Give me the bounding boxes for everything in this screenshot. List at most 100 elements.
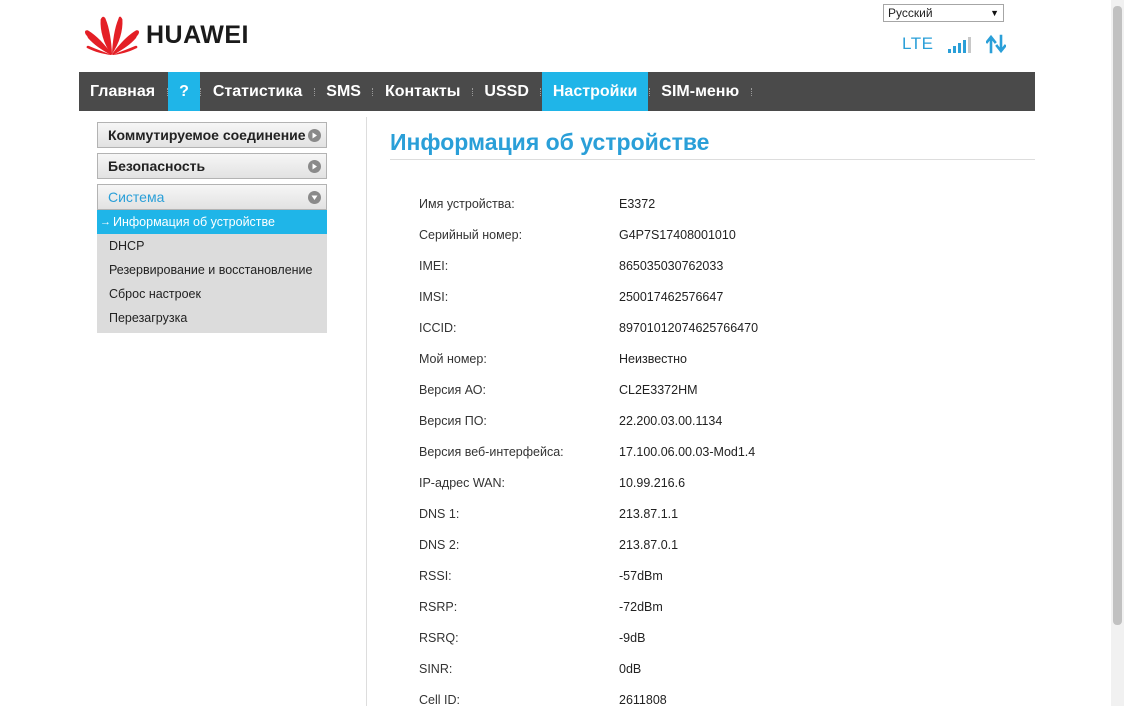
info-label: Версия АО:	[419, 382, 486, 397]
info-label: SINR:	[419, 661, 453, 676]
info-label: Версия ПО:	[419, 413, 487, 428]
sidebar-item-backup-restore[interactable]: Резервирование и восстановление	[97, 258, 327, 282]
sidebar-submenu: → Информация об устройстве DHCP Резервир…	[97, 210, 327, 333]
chevron-right-icon	[308, 128, 321, 142]
chevron-right-icon	[308, 159, 321, 173]
info-label: DNS 1:	[419, 506, 460, 521]
info-row: SINR: 0dB	[419, 653, 758, 684]
info-row: Имя устройства: E3372	[419, 188, 758, 219]
nav-contacts[interactable]: Контакты	[374, 72, 471, 111]
info-row: IMSI: 250017462576647	[419, 281, 758, 312]
nav-ussd[interactable]: USSD	[473, 72, 539, 111]
sidebar-section-security[interactable]: Безопасность	[97, 153, 327, 179]
sidebar-item-reboot[interactable]: Перезагрузка	[97, 306, 327, 330]
info-row: Версия ПО: 22.200.03.00.1134	[419, 405, 758, 436]
info-label: RSRP:	[419, 599, 458, 614]
info-value: 2611808	[619, 692, 667, 706]
arrow-right-icon: →	[100, 216, 111, 228]
info-row: IMEI: 865035030762033	[419, 250, 758, 281]
info-value: CL2E3372HM	[619, 382, 698, 397]
info-row: RSSI: -57dBm	[419, 560, 758, 591]
info-value: -9dB	[619, 630, 646, 645]
brand-name: HUAWEI	[146, 20, 249, 49]
info-value: 865035030762033	[619, 258, 724, 273]
sidebar: Коммутируемое соединение Безопасность Си…	[97, 122, 327, 333]
info-value: 213.87.1.1	[619, 506, 679, 521]
info-label: Серийный номер:	[419, 227, 523, 242]
sidebar-item-dhcp[interactable]: DHCP	[97, 234, 327, 258]
chevron-down-icon	[308, 190, 321, 204]
nav-separator	[750, 72, 752, 111]
device-info-list: Имя устройства: E3372 Серийный номер: G4P7…	[419, 188, 758, 706]
sidebar-item-factory-reset[interactable]: Сброс настроек	[97, 282, 327, 306]
info-row: Версия веб-интерфейса: 17.100.06.00.03-Mo…	[419, 436, 758, 467]
info-value: 0dB	[619, 661, 642, 676]
nav-help[interactable]: ?	[168, 72, 200, 111]
info-value: -57dBm	[619, 568, 663, 583]
info-label: RSRQ:	[419, 630, 459, 645]
info-value: 10.99.216.6	[619, 475, 686, 490]
info-label: Версия веб-интерфейса:	[419, 444, 564, 459]
info-label: Имя устройства:	[419, 196, 515, 211]
info-label: Cell ID:	[419, 692, 460, 706]
info-row: DNS 2: 213.87.0.1	[419, 529, 758, 560]
info-row: Cell ID: 2611808	[419, 684, 758, 706]
nav-settings[interactable]: Настройки	[541, 72, 649, 111]
chevron-down-icon: ▼	[990, 8, 999, 18]
sidebar-section-dialup[interactable]: Коммутируемое соединение	[97, 122, 327, 148]
info-row: Мой номер: Неизвестно	[419, 343, 758, 374]
info-value: -72dBm	[619, 599, 663, 614]
sidebar-item-label: Резервирование и восстановление	[109, 263, 313, 277]
status-indicators: LTE	[902, 34, 1007, 54]
sidebar-item-label: Информация об устройстве	[113, 215, 275, 229]
nav-sms[interactable]: SMS	[315, 72, 372, 111]
info-label: IMSI:	[419, 289, 449, 304]
info-row: Серийный номер: G4P7S17408001010	[419, 219, 758, 250]
info-label: IP-адрес WAN:	[419, 475, 506, 490]
sidebar-item-label: DHCP	[109, 239, 145, 253]
info-label: Мой номер:	[419, 351, 487, 366]
info-row: Версия АО: CL2E3372HM	[419, 374, 758, 405]
sidebar-section-label: Коммутируемое соединение	[108, 127, 306, 143]
sidebar-section-label: Безопасность	[108, 158, 206, 174]
page: HUAWEI Русский ▼ LTE Главная ? Статистик…	[0, 0, 1124, 706]
nav-statistics[interactable]: Статистика	[202, 72, 313, 111]
page-title: Информация об устройстве	[390, 129, 710, 155]
info-value: 22.200.03.00.1134	[619, 413, 723, 428]
info-row: ICCID: 89701012074625766470	[419, 312, 758, 343]
language-select-value: Русский	[888, 6, 933, 20]
info-value: G4P7S17408001010	[619, 227, 736, 242]
language-select[interactable]: Русский ▼	[883, 4, 1004, 22]
info-label: DNS 2:	[419, 537, 460, 552]
sidebar-section-system[interactable]: Система	[97, 184, 327, 210]
title-divider	[390, 159, 1035, 160]
info-row: RSRQ: -9dB	[419, 622, 758, 653]
info-value: 89701012074625766470	[619, 320, 759, 335]
page-scrollbar[interactable]	[1111, 0, 1124, 706]
main-nav: Главная ? Статистика SMS Контакты USSD Н…	[79, 72, 1035, 111]
huawei-logo: HUAWEI	[84, 14, 249, 56]
content-divider	[366, 117, 367, 706]
sidebar-item-label: Перезагрузка	[109, 311, 188, 325]
nav-home[interactable]: Главная	[79, 72, 166, 111]
info-value: E3372	[619, 196, 656, 211]
signal-strength-icon	[948, 36, 972, 53]
network-type: LTE	[902, 34, 934, 53]
info-row: DNS 1: 213.87.1.1	[419, 498, 758, 529]
info-row: RSRP: -72dBm	[419, 591, 758, 622]
info-value: Неизвестно	[619, 351, 687, 366]
info-row: IP-адрес WAN: 10.99.216.6	[419, 467, 758, 498]
info-label: IMEI:	[419, 258, 449, 273]
info-value: 213.87.0.1	[619, 537, 679, 552]
data-transfer-icon	[986, 34, 1007, 54]
scrollbar-thumb[interactable]	[1113, 6, 1122, 625]
info-label: RSSI:	[419, 568, 452, 583]
info-label: ICCID:	[419, 320, 457, 335]
info-value: 17.100.06.00.03-Mod1.4	[619, 444, 756, 459]
sidebar-item-device-info[interactable]: → Информация об устройстве	[97, 210, 327, 234]
info-value: 250017462576647	[619, 289, 724, 304]
sidebar-item-label: Сброс настроек	[109, 287, 201, 301]
sidebar-section-label: Система	[108, 189, 165, 205]
nav-sim-menu[interactable]: SIM-меню	[650, 72, 750, 111]
huawei-flower-icon	[84, 16, 140, 55]
